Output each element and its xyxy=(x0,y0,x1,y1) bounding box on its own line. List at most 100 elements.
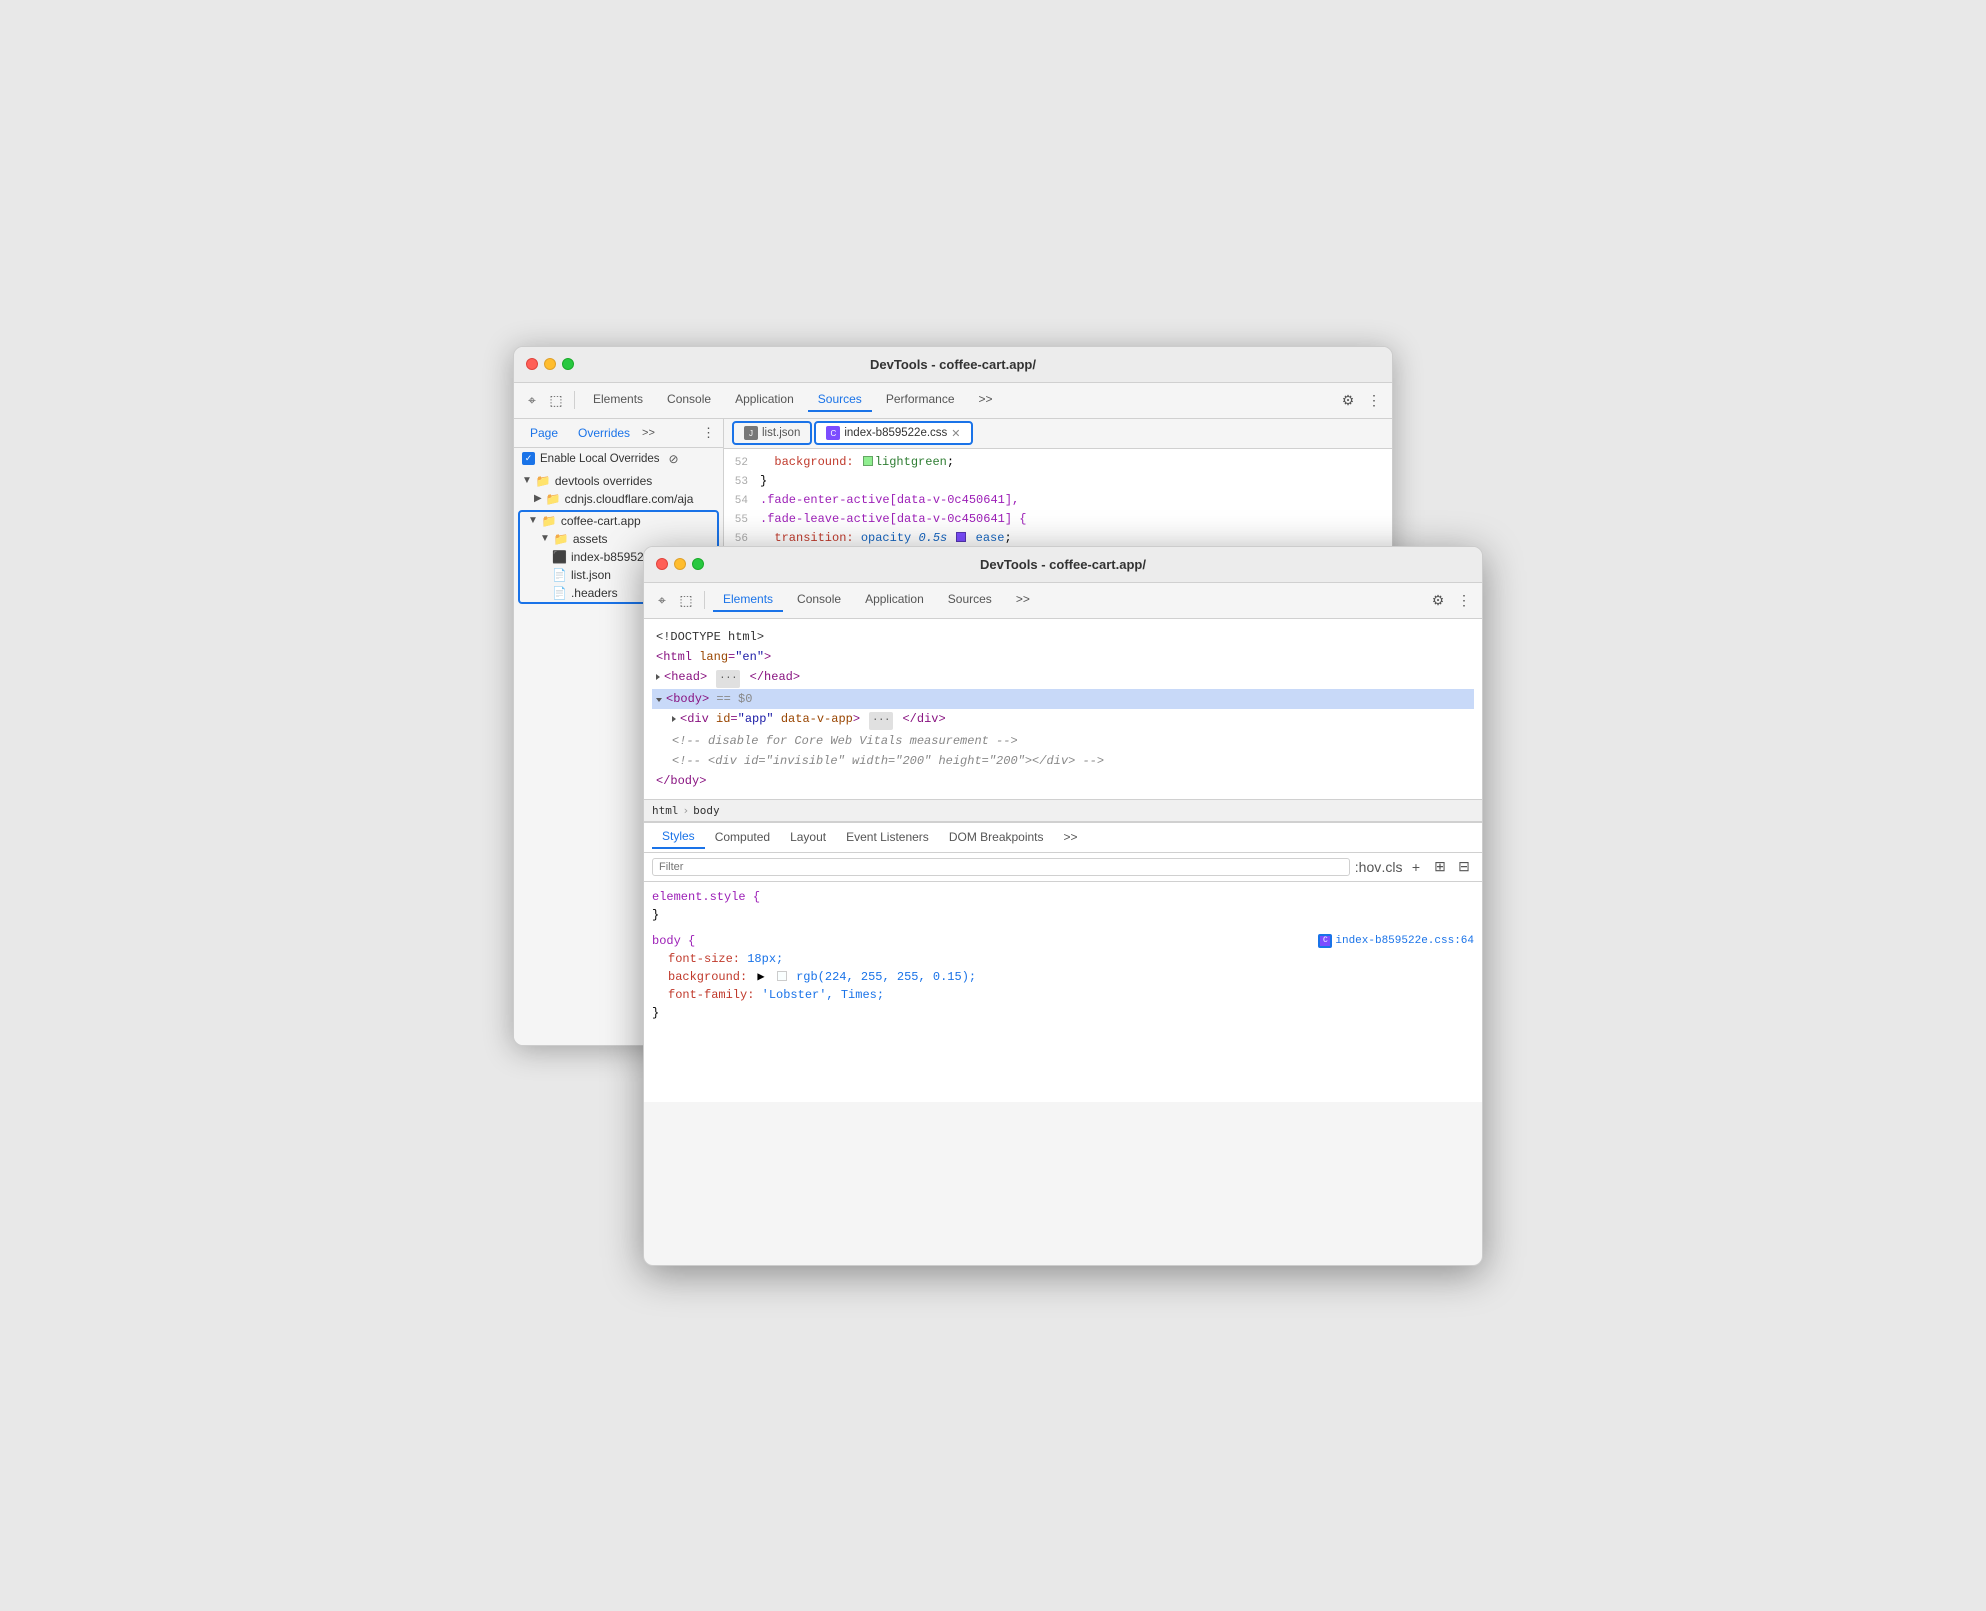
styles-content: element.style { } body { C index-b859522… xyxy=(644,882,1482,1102)
styles-filter-input[interactable] xyxy=(652,858,1350,876)
style-tab-event-listeners[interactable]: Event Listeners xyxy=(836,826,939,848)
prop-font-size: font-size: xyxy=(668,952,740,966)
background-expand-arrow: ▶ xyxy=(757,970,764,984)
tab-icon-list-json: J xyxy=(744,426,758,440)
back-toolbar: ⌖ ⬚ Elements Console Application Sources… xyxy=(514,383,1392,419)
front-settings-icon[interactable]: ⚙ xyxy=(1428,590,1448,610)
front-inspect-icon[interactable]: ⬚ xyxy=(676,590,696,610)
front-tab-application[interactable]: Application xyxy=(855,588,934,612)
front-title-bar: DevTools - coffee-cart.app/ xyxy=(644,547,1482,583)
pseudo-buttons: :hov .cls + ⊞ ⊟ xyxy=(1358,857,1474,877)
style-tab-layout[interactable]: Layout xyxy=(780,826,836,848)
selector-element-style: element.style { xyxy=(652,890,760,904)
enable-overrides-checkbox[interactable]: ✓ xyxy=(522,452,535,465)
code-tab-list-json[interactable]: J list.json xyxy=(732,421,812,445)
front-toolbar: ⌖ ⬚ Elements Console Application Sources… xyxy=(644,583,1482,619)
overrides-clear-icon[interactable]: ⊘ xyxy=(669,452,679,466)
back-title-bar: DevTools - coffee-cart.app/ xyxy=(514,347,1392,383)
html-line-div-app[interactable]: <div id="app" data-v-app> ··· </div> xyxy=(652,709,1474,731)
tab-sources[interactable]: Sources xyxy=(808,388,872,412)
color-swatch-lightgreen[interactable] xyxy=(863,456,873,466)
front-more-icon[interactable]: ⋮ xyxy=(1454,590,1474,610)
body-prop-font-size: font-size: 18px; xyxy=(668,950,1474,968)
body-source-link[interactable]: C index-b859522e.css:64 xyxy=(1318,932,1474,950)
folder-icon-assets: 📁 xyxy=(554,532,569,546)
tree-coffee-cart[interactable]: ▼ 📁 coffee-cart.app xyxy=(520,512,717,530)
file-icon-headers: 📄 xyxy=(552,586,567,600)
front-cursor-icon[interactable]: ⌖ xyxy=(652,590,672,610)
back-close-button[interactable] xyxy=(526,358,538,370)
front-close-button[interactable] xyxy=(656,558,668,570)
code-tab-label-list-json: list.json xyxy=(762,427,800,439)
toolbar-divider-1 xyxy=(574,391,575,409)
tree-arrow-cdnjs: ▶ xyxy=(534,493,542,504)
tab-application[interactable]: Application xyxy=(725,388,804,412)
div-app-arrow xyxy=(672,716,676,722)
tab-elements[interactable]: Elements xyxy=(583,388,653,412)
tree-arrow-coffee-cart: ▼ xyxy=(528,515,538,526)
selector-body: body { xyxy=(652,932,695,950)
tab-more[interactable]: >> xyxy=(969,388,1003,412)
tab-console[interactable]: Console xyxy=(657,388,721,412)
front-traffic-lights xyxy=(656,558,704,570)
front-minimize-button[interactable] xyxy=(674,558,686,570)
style-tab-more[interactable]: >> xyxy=(1054,826,1088,848)
back-sidebar-toolbar: Page Overrides >> ⋮ xyxy=(514,419,723,448)
code-line-56: 56 transition: opacity 0.5s ease; xyxy=(724,529,1392,548)
html-line-comment1: <!-- disable for Core Web Vitals measure… xyxy=(652,731,1474,751)
sidebar-tab-more[interactable]: >> xyxy=(642,427,655,439)
html-comment-invisible: <!-- <div id="invisible" width="200" hei… xyxy=(672,752,1104,770)
cursor-icon[interactable]: ⌖ xyxy=(522,390,542,410)
tree-assets[interactable]: ▼ 📁 assets xyxy=(520,530,717,548)
html-line-body[interactable]: <body> == $0 xyxy=(652,689,1474,709)
breadcrumb-body[interactable]: body xyxy=(693,804,720,817)
front-maximize-button[interactable] xyxy=(692,558,704,570)
pseudo-box1[interactable]: ⊞ xyxy=(1430,857,1450,877)
body-arrow xyxy=(656,698,662,702)
more-icon[interactable]: ⋮ xyxy=(1364,390,1384,410)
folder-icon-devtools: 📁 xyxy=(536,474,551,488)
html-line-html: <html lang="en"> xyxy=(652,647,1474,667)
source-file-icon: C xyxy=(1318,934,1332,948)
style-tab-styles[interactable]: Styles xyxy=(652,825,705,849)
tab-performance[interactable]: Performance xyxy=(876,388,965,412)
html-line-head[interactable]: <head> ··· </head> xyxy=(652,667,1474,689)
folder-icon-coffee-cart: 📁 xyxy=(542,514,557,528)
back-minimize-button[interactable] xyxy=(544,358,556,370)
background-color-swatch[interactable] xyxy=(777,971,787,981)
breadcrumb-html[interactable]: html xyxy=(652,804,679,817)
front-tab-console[interactable]: Console xyxy=(787,588,851,612)
sidebar-action-btn[interactable]: ⋮ xyxy=(702,425,715,441)
inspect-icon[interactable]: ⬚ xyxy=(546,390,566,410)
prop-background: background: xyxy=(668,970,747,984)
html-body-close: </body> xyxy=(656,772,706,790)
front-tab-sources[interactable]: Sources xyxy=(938,588,1002,612)
pseudo-box2[interactable]: ⊟ xyxy=(1454,857,1474,877)
body-rule-properties: font-size: 18px; background: ▶ rgb(224, … xyxy=(652,950,1474,1004)
sidebar-tab-overrides[interactable]: Overrides xyxy=(570,423,638,443)
front-tab-more[interactable]: >> xyxy=(1006,588,1040,612)
folder-icon-cdnjs: 📁 xyxy=(546,492,561,506)
color-swatch-purple[interactable] xyxy=(956,532,966,542)
settings-icon[interactable]: ⚙ xyxy=(1338,390,1358,410)
html-head-tag: <head> ··· </head> xyxy=(664,668,800,688)
code-tab-index-css[interactable]: C index-b859522e.css ✕ xyxy=(814,421,972,445)
front-tab-elements[interactable]: Elements xyxy=(713,588,783,612)
breadcrumb-bar: html › body xyxy=(644,799,1482,822)
sidebar-tab-page[interactable]: Page xyxy=(522,423,566,443)
tab-close-index-css[interactable]: ✕ xyxy=(951,427,960,440)
pseudo-hov[interactable]: :hov xyxy=(1358,857,1378,877)
pseudo-add[interactable]: + xyxy=(1406,857,1426,877)
style-tab-dom-breakpoints[interactable]: DOM Breakpoints xyxy=(939,826,1054,848)
element-style-close: } xyxy=(652,906,1474,924)
val-font-size: 18px; xyxy=(747,952,783,966)
html-div-app: <div id="app" data-v-app> ··· </div> xyxy=(680,710,946,730)
back-window-title: DevTools - coffee-cart.app/ xyxy=(870,357,1036,372)
tree-label-cdnjs: cdnjs.cloudflare.com/aja xyxy=(565,492,694,506)
style-tab-computed[interactable]: Computed xyxy=(705,826,780,848)
back-maximize-button[interactable] xyxy=(562,358,574,370)
tree-arrow-assets: ▼ xyxy=(540,533,550,544)
tree-devtools-overrides[interactable]: ▼ 📁 devtools overrides xyxy=(514,472,723,490)
pseudo-cls[interactable]: .cls xyxy=(1382,857,1402,877)
tree-cdnjs[interactable]: ▶ 📁 cdnjs.cloudflare.com/aja xyxy=(514,490,723,508)
